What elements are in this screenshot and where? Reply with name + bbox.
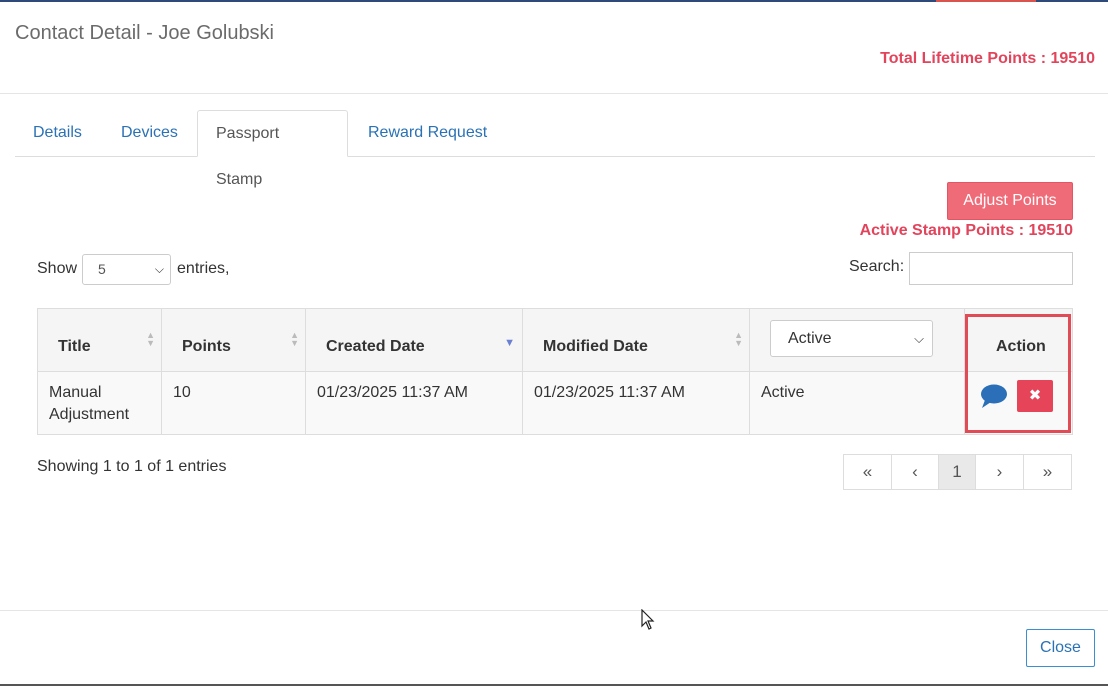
tab-details[interactable]: Details — [15, 110, 100, 156]
page-current[interactable]: 1 — [938, 454, 976, 490]
delete-button[interactable]: ✖ — [1017, 380, 1053, 412]
sort-icon: ▲ ▼ — [734, 330, 743, 348]
column-header-created-date[interactable]: Created Date ▼ — [306, 309, 523, 371]
page-last[interactable]: » — [1023, 454, 1072, 490]
table-header-row: Title ▲ ▼ Points ▲ ▼ Created Date ▼ Modifi… — [38, 309, 1072, 372]
pagination: « ‹ 1 › » — [843, 454, 1072, 490]
search-input[interactable] — [909, 252, 1073, 285]
total-lifetime-points: Total Lifetime Points : 19510 — [880, 50, 1095, 67]
search-label: Search: — [849, 258, 905, 275]
tab-reward-request[interactable]: Reward Request — [350, 110, 505, 156]
stamps-table: Title ▲ ▼ Points ▲ ▼ Created Date ▼ Modifi… — [37, 308, 1073, 435]
chevron-down-icon: ⌵ — [914, 331, 924, 346]
active-stamp-points: Active Stamp Points : 19510 — [859, 222, 1073, 239]
table-row: Manual Adjustment 10 01/23/2025 11:37 AM… — [38, 372, 1072, 434]
cell-created-date: 01/23/2025 11:37 AM — [306, 372, 523, 434]
column-header-points[interactable]: Points ▲ ▼ — [162, 309, 306, 371]
comment-icon[interactable] — [980, 383, 1008, 409]
cell-modified-date: 01/23/2025 11:37 AM — [523, 372, 750, 434]
column-header-status: Active ⌵ — [750, 309, 965, 371]
close-icon: ✖ — [1028, 387, 1042, 404]
column-header-modified-date[interactable]: Modified Date ▲ ▼ — [523, 309, 750, 371]
page-next[interactable]: › — [975, 454, 1024, 490]
column-header-modified-date-label: Modified Date — [543, 338, 648, 355]
adjust-points-button[interactable]: Adjust Points — [947, 182, 1073, 220]
entries-select-value: 5 — [98, 260, 106, 277]
cell-points: 10 — [162, 372, 306, 434]
tab-devices[interactable]: Devices — [103, 110, 196, 156]
modal-title: Contact Detail - Joe Golubski — [15, 22, 275, 44]
tab-passport-stamp[interactable]: Passport Stamp — [197, 110, 348, 188]
entries-label: entries, — [177, 260, 230, 277]
table-info: Showing 1 to 1 of 1 entries — [37, 458, 227, 475]
mouse-cursor-icon — [641, 609, 655, 630]
page-prev[interactable]: ‹ — [891, 454, 939, 490]
show-label: Show — [37, 260, 78, 277]
column-header-created-date-label: Created Date — [326, 338, 425, 355]
cell-title: Manual Adjustment — [38, 372, 162, 434]
entries-length-control: Show 5 ⌵ entries, — [37, 253, 230, 285]
modal-header: Contact Detail - Joe Golubski Total Life… — [0, 0, 1108, 94]
page-first[interactable]: « — [843, 454, 892, 490]
column-header-title[interactable]: Title ▲ ▼ — [38, 309, 162, 371]
column-header-points-label: Points — [182, 338, 231, 355]
action-highlight-box — [965, 314, 1071, 433]
close-button[interactable]: Close — [1026, 629, 1095, 667]
status-filter-value: Active — [788, 330, 832, 347]
status-filter-select[interactable]: Active ⌵ — [770, 320, 933, 357]
cell-status: Active — [750, 372, 965, 434]
sort-icon: ▲ ▼ — [290, 330, 299, 348]
modal-footer — [0, 610, 1108, 687]
sort-desc-icon: ▼ — [504, 337, 515, 349]
entries-select[interactable]: 5 ⌵ — [82, 253, 172, 285]
sort-icon: ▲ ▼ — [146, 330, 155, 348]
chevron-down-icon: ⌵ — [154, 261, 165, 276]
column-header-title-label: Title — [58, 338, 91, 355]
tab-bar: Details Devices Passport Stamp Reward Re… — [15, 110, 1095, 188]
